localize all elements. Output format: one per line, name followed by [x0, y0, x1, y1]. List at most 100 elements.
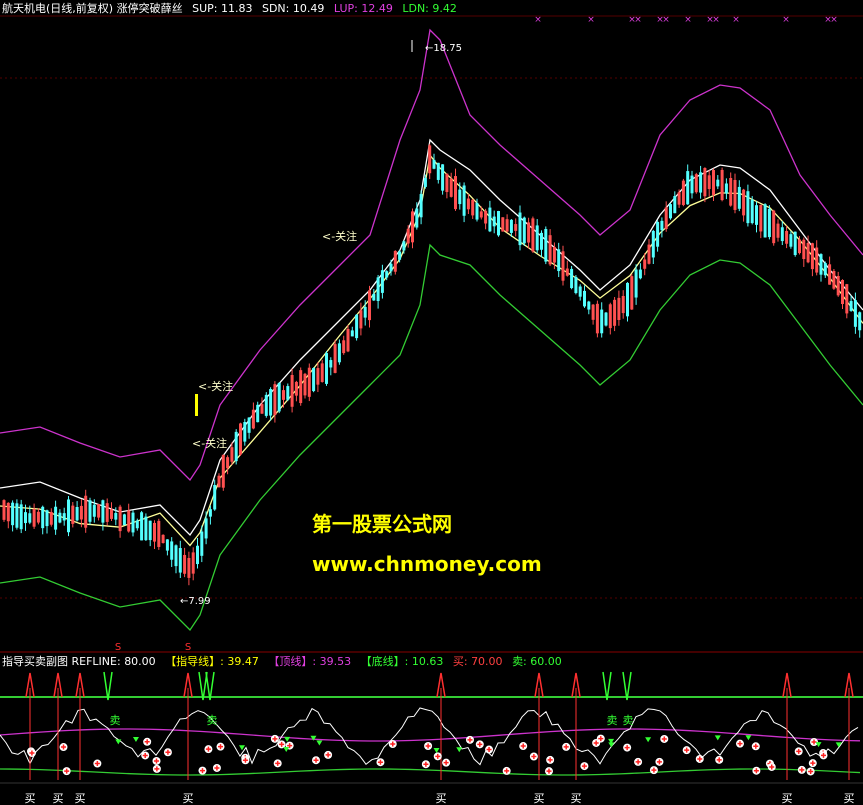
up-candle — [359, 310, 363, 329]
down-candle — [54, 506, 58, 530]
sell-label: 卖 — [607, 714, 618, 727]
up-candle — [703, 167, 707, 197]
up-candle — [239, 423, 242, 455]
down-candle — [522, 217, 526, 244]
up-candle — [841, 279, 844, 305]
down-candle — [208, 509, 212, 517]
ldn-value: 9.42 — [432, 2, 457, 15]
signal-x-marker: × — [830, 15, 838, 25]
up-candle — [260, 404, 264, 414]
down-candle — [458, 189, 462, 205]
down-candle — [286, 386, 290, 400]
up-candle — [802, 239, 806, 260]
down-candle — [660, 220, 664, 231]
up-candle — [561, 251, 565, 281]
down-candle — [651, 230, 655, 258]
up-candle — [282, 390, 285, 400]
up-candle — [226, 457, 230, 469]
ldn-label: LDN: — [402, 2, 429, 15]
up-candle — [552, 246, 556, 263]
down-candle — [213, 485, 217, 510]
sell-label: 卖 — [110, 714, 121, 727]
sell-mini-arrow — [132, 736, 139, 742]
down-candle — [509, 219, 513, 233]
up-candle — [316, 368, 320, 385]
signal-x-marker: × — [732, 15, 740, 25]
down-candle — [41, 506, 45, 529]
up-candle — [449, 178, 453, 197]
up-candle — [514, 224, 518, 231]
up-candle — [428, 145, 432, 174]
up-candle — [368, 290, 371, 321]
up-candle — [479, 211, 483, 218]
down-candle — [436, 162, 440, 180]
signal-x-marker: × — [712, 15, 720, 25]
down-candle — [196, 545, 199, 565]
up-candle — [733, 179, 737, 210]
sell-mini-arrow — [714, 735, 721, 741]
up-candle — [484, 210, 488, 224]
down-candle — [45, 510, 49, 527]
buy-label: 买: — [452, 655, 468, 668]
down-candle — [578, 286, 582, 297]
stock-title: 航天机电(日线,前复权) — [2, 2, 114, 15]
guide-label: 【指导线】: — [165, 655, 224, 668]
down-candle — [75, 507, 79, 521]
down-candle — [234, 431, 238, 462]
down-candle — [67, 499, 70, 533]
up-candle — [2, 500, 6, 520]
up-candle — [183, 554, 187, 574]
down-candle — [441, 164, 445, 191]
down-candle — [170, 541, 174, 560]
sell-mini-arrow — [645, 737, 652, 743]
stock-chart-canvas[interactable]: ←18.75←7.99<-关注<-关注<-关注× × ×× ×× × ×× × × ××S S 买… — [0, 0, 863, 805]
sdn-value: 10.49 — [292, 2, 325, 15]
up-candle — [127, 510, 131, 532]
sell-mini-arrow — [115, 739, 122, 745]
up-candle — [110, 509, 113, 519]
signal-s-marker: S — [115, 642, 121, 653]
signal-x-marker: × — [534, 15, 542, 25]
down-candle — [780, 227, 784, 242]
up-candle — [49, 512, 53, 525]
watermark-title: 第一股票公式网 — [312, 512, 452, 536]
sub-indicator-panel: 买买买买买买买买买卖卖卖卖 — [0, 671, 863, 805]
buy-label: 买 — [571, 792, 582, 805]
up-candle — [445, 173, 449, 193]
sell-label: 卖 — [207, 714, 218, 727]
down-candle — [686, 171, 690, 205]
up-candle — [742, 189, 746, 216]
up-candle — [105, 503, 109, 522]
high-price-label: ←18.75 — [425, 43, 462, 54]
down-candle — [372, 293, 376, 301]
up-candle — [161, 534, 165, 544]
down-candle — [174, 545, 178, 567]
moving-average-line — [0, 153, 863, 547]
down-candle — [419, 194, 423, 218]
up-candle — [273, 384, 277, 416]
bottom-line — [0, 768, 861, 776]
down-candle — [492, 216, 496, 227]
down-candle — [600, 309, 604, 334]
up-candle — [471, 199, 475, 216]
down-candle — [789, 234, 793, 247]
up-candle — [320, 363, 324, 382]
up-candle — [548, 235, 552, 265]
down-candle — [122, 514, 126, 526]
sell-mini-arrow — [316, 740, 323, 746]
up-candle — [191, 552, 195, 574]
down-candle — [204, 518, 208, 539]
down-candle — [669, 204, 672, 219]
up-candle — [617, 297, 621, 320]
down-candle — [200, 531, 204, 556]
down-candle — [380, 270, 384, 293]
up-candle — [501, 217, 505, 232]
up-candle — [6, 502, 10, 522]
up-candle — [505, 219, 509, 232]
down-candle — [488, 207, 492, 232]
down-candle — [24, 512, 27, 524]
up-candle — [681, 180, 685, 206]
down-candle — [535, 225, 539, 251]
down-candle — [376, 277, 380, 302]
down-candle — [350, 330, 354, 337]
